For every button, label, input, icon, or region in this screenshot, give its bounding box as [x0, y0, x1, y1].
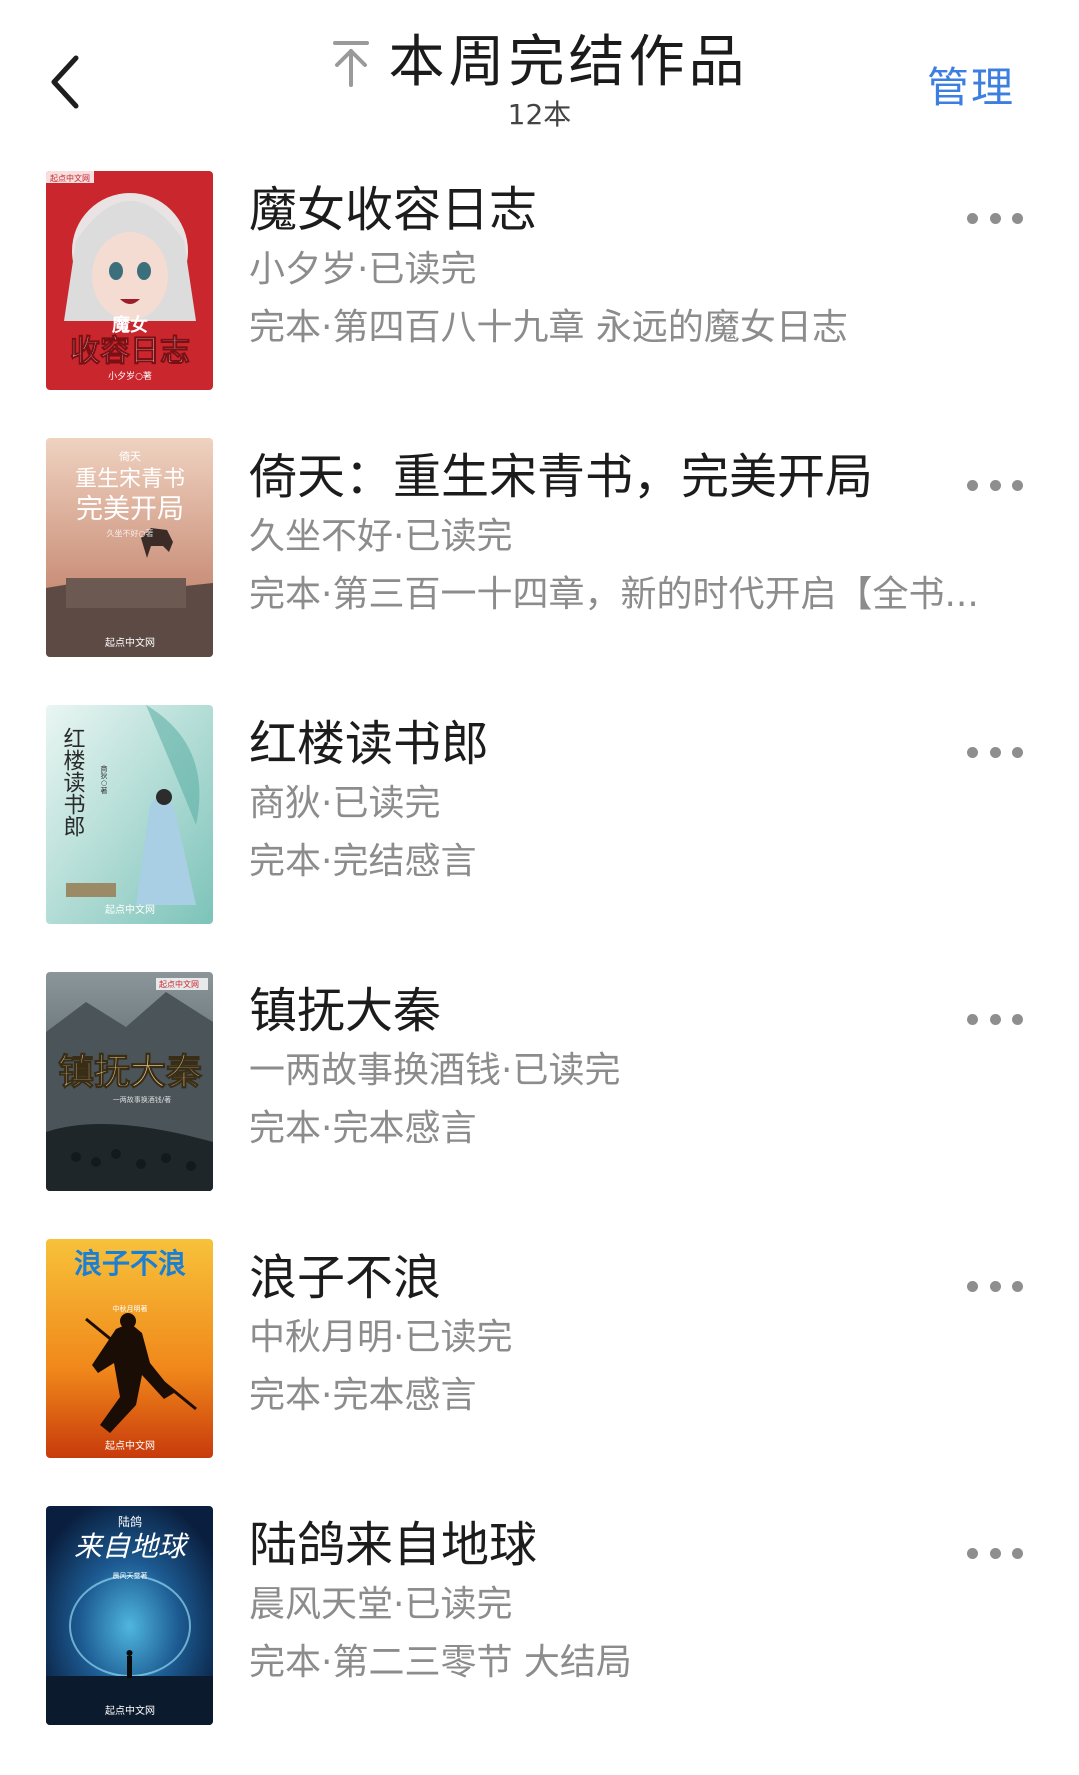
cover-title-line3: 完美开局 — [76, 494, 184, 525]
book-info: 陆鸽来自地球 晨风天堂·已读完 完本·第二三零节 大结局 — [249, 1515, 939, 1687]
cover-publisher-badge: 起点中文网 — [105, 636, 155, 649]
cover-author: 晨风天堂著 — [113, 1571, 148, 1580]
more-options-button[interactable] — [967, 1541, 1023, 1565]
more-dots-icon — [967, 212, 978, 224]
cover-publisher-badge: 起点中文网 — [50, 173, 90, 183]
list-item[interactable]: 浪子不浪 中秋月明著 起点中文网 浪子不浪 中秋月明·已读完 完本·完本感言 — [0, 1236, 1079, 1503]
manage-button[interactable]: 管理 — [927, 54, 1015, 115]
list-item[interactable]: 陆鸽 来自地球 晨风天堂著 起点中文网 陆鸽来自地球 晨风天堂·已读完 完本·第… — [0, 1503, 1079, 1770]
book-author-status: 中秋月明·已读完 — [249, 1317, 513, 1358]
cover-author: 中秋月明著 — [113, 1304, 148, 1313]
book-title: 红楼读书郎 — [249, 716, 490, 772]
book-latest-chapter: 完本·第二三零节 大结局 — [249, 1642, 632, 1683]
book-cover[interactable]: 起点中文网 镇抚大秦 一两故事换酒钱/著 — [46, 972, 213, 1191]
cover-title-line1: 红楼读书郎 — [60, 727, 86, 837]
cover-title-line1: 魔女 — [112, 314, 148, 336]
book-author-status: 一两故事换酒钱·已读完 — [249, 1050, 621, 1091]
book-latest-chapter: 完本·完本感言 — [249, 1108, 477, 1149]
book-cover[interactable]: 红楼读书郎 商狄○著 起点中文网 — [46, 705, 213, 924]
book-title: 镇抚大秦 — [249, 983, 442, 1039]
top-bar: 本周完结作品 12本 管理 — [0, 0, 1079, 145]
more-dots-icon — [967, 479, 978, 491]
book-latest-chapter: 完本·第三百一十四章，新的时代开启【全书... — [249, 574, 979, 615]
list-item[interactable]: 起点中文网 镇抚大秦 一两故事换酒钱/著 镇抚大秦 一两故事换酒钱·已读完 完本… — [0, 969, 1079, 1236]
cover-publisher-badge: 起点中文网 — [105, 1439, 155, 1452]
more-options-button[interactable] — [967, 473, 1023, 497]
cover-publisher-badge: 起点中文网 — [159, 979, 199, 989]
book-author-status: 小夕岁·已读完 — [249, 249, 477, 290]
book-list: 起点中文网 魔女 收容日志 小夕岁○著 魔女收容日志 小夕岁·已读完 完本·第四… — [0, 168, 1079, 1770]
page-title: 本周完结作品 — [388, 30, 749, 95]
arrow-up-to-top-icon[interactable] — [331, 39, 371, 87]
book-count: 12本 — [507, 98, 572, 131]
book-author-status: 久坐不好·已读完 — [249, 516, 513, 557]
book-author-status: 商狄·已读完 — [249, 783, 441, 824]
cover-title-line2: 来自地球 — [74, 1530, 190, 1563]
book-cover[interactable]: 倚天 重生宋青书 完美开局 久坐不好○著 起点中文网 — [46, 438, 213, 657]
book-title: 陆鸽来自地球 — [249, 1517, 538, 1573]
book-latest-chapter: 完本·第四百八十九章 永远的魔女日志 — [249, 307, 848, 348]
cover-title-line1: 浪子不浪 — [74, 1247, 186, 1280]
cover-title-line2: 收容日志 — [70, 334, 190, 369]
list-item[interactable]: 起点中文网 魔女 收容日志 小夕岁○著 魔女收容日志 小夕岁·已读完 完本·第四… — [0, 168, 1079, 435]
more-options-button[interactable] — [967, 1274, 1023, 1298]
cover-publisher-badge: 起点中文网 — [105, 1704, 155, 1717]
more-options-button[interactable] — [967, 1007, 1023, 1031]
book-cover[interactable]: 起点中文网 魔女 收容日志 小夕岁○著 — [46, 171, 213, 390]
more-dots-icon — [967, 1280, 978, 1292]
book-info: 倚天：重生宋青书，完美开局 久坐不好·已读完 完本·第三百一十四章，新的时代开启… — [249, 447, 979, 619]
cover-publisher-badge: 起点中文网 — [105, 903, 155, 916]
book-author-status: 晨风天堂·已读完 — [249, 1584, 513, 1625]
header-title-block: 本周完结作品 12本 — [0, 28, 1079, 132]
book-info: 魔女收容日志 小夕岁·已读完 完本·第四百八十九章 永远的魔女日志 — [249, 180, 939, 352]
book-info: 浪子不浪 中秋月明·已读完 完本·完本感言 — [249, 1248, 939, 1420]
more-dots-icon — [967, 1547, 978, 1559]
book-latest-chapter: 完本·完结感言 — [249, 841, 477, 882]
book-title: 倚天：重生宋青书，完美开局 — [249, 449, 874, 505]
book-title: 浪子不浪 — [249, 1250, 442, 1306]
book-info: 镇抚大秦 一两故事换酒钱·已读完 完本·完本感言 — [249, 981, 939, 1153]
more-dots-icon — [967, 1013, 978, 1025]
list-item[interactable]: 红楼读书郎 商狄○著 起点中文网 红楼读书郎 商狄·已读完 完本·完结感言 — [0, 702, 1079, 969]
book-info: 红楼读书郎 商狄·已读完 完本·完结感言 — [249, 714, 939, 886]
book-title: 魔女收容日志 — [249, 182, 538, 238]
cover-title-line1: 陆鸽 — [118, 1514, 142, 1529]
cover-author: 久坐不好○著 — [107, 528, 154, 538]
book-cover[interactable]: 陆鸽 来自地球 晨风天堂著 起点中文网 — [46, 1506, 213, 1725]
more-dots-icon — [967, 746, 978, 758]
cover-title-line1: 倚天 — [119, 450, 141, 463]
cover-title-line1: 镇抚大秦 — [58, 1051, 203, 1093]
more-options-button[interactable] — [967, 740, 1023, 764]
list-item[interactable]: 倚天 重生宋青书 完美开局 久坐不好○著 起点中文网 倚天：重生宋青书，完美开局… — [0, 435, 1079, 702]
cover-author: 小夕岁○著 — [108, 370, 152, 382]
cover-author: 一两故事换酒钱/著 — [113, 1095, 171, 1104]
cover-author: 商狄○著 — [100, 764, 108, 795]
book-latest-chapter: 完本·完本感言 — [249, 1375, 477, 1416]
book-cover[interactable]: 浪子不浪 中秋月明著 起点中文网 — [46, 1239, 213, 1458]
cover-title-line2: 重生宋青书 — [75, 467, 185, 492]
more-options-button[interactable] — [967, 206, 1023, 230]
